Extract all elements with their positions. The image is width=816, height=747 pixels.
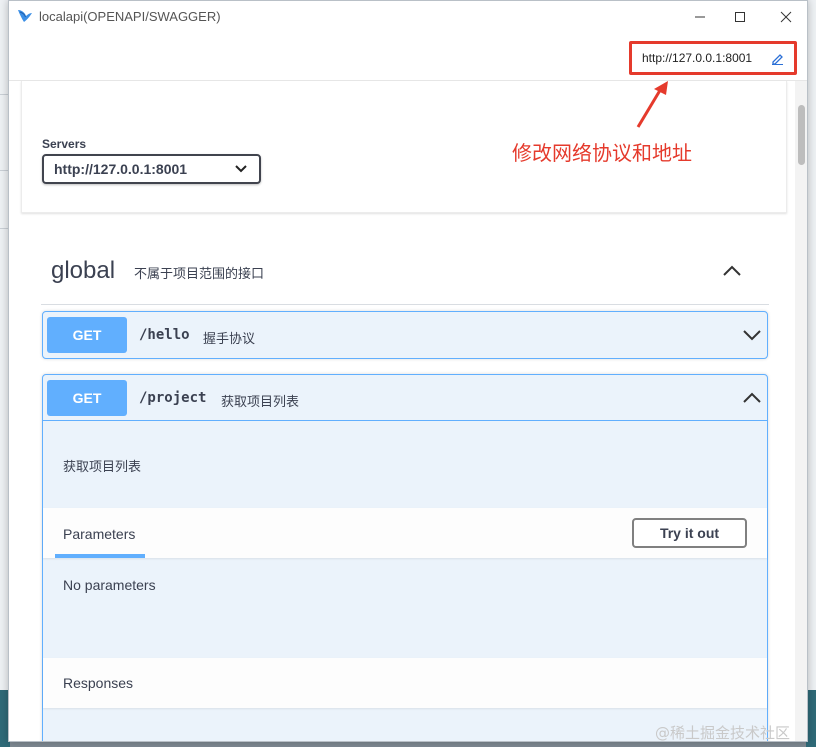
operation-description: 获取项目列表 bbox=[63, 459, 142, 474]
minimize-button[interactable] bbox=[685, 5, 715, 29]
servers-selected-value: http://127.0.0.1:8001 bbox=[54, 161, 188, 177]
method-badge: GET bbox=[47, 380, 127, 416]
app-logo-icon bbox=[18, 10, 32, 22]
url-field[interactable]: http://127.0.0.1:8001 bbox=[629, 41, 797, 75]
responses-header: Responses bbox=[43, 658, 767, 708]
scrollbar-thumb[interactable] bbox=[798, 105, 805, 165]
maximize-icon bbox=[735, 12, 745, 22]
window-title: localapi(OPENAPI/SWAGGER) bbox=[39, 9, 221, 24]
operation-summary-text: 握手协议 bbox=[203, 331, 256, 346]
tag-global[interactable]: global 不属于项目范围的接口 bbox=[41, 239, 769, 305]
operation-path: /hello bbox=[139, 327, 190, 343]
operation-summary[interactable]: GET /hello 握手协议 bbox=[43, 312, 767, 358]
parameters-tab[interactable]: Parameters bbox=[63, 526, 135, 542]
no-parameters-text: No parameters bbox=[63, 577, 156, 593]
servers-label: Servers bbox=[42, 137, 87, 151]
operation-get-project[interactable]: GET /project 获取项目列表 获取项目列表 Parameters Tr… bbox=[42, 374, 768, 741]
servers-select[interactable]: http://127.0.0.1:8001 bbox=[42, 154, 261, 184]
chevron-down-icon[interactable] bbox=[743, 329, 761, 341]
app-window: localapi(OPENAPI/SWAGGER) http://127.0.0… bbox=[8, 0, 808, 742]
operation-summary[interactable]: GET /project 获取项目列表 bbox=[43, 375, 767, 421]
chevron-down-icon bbox=[235, 165, 247, 173]
title-bar[interactable]: localapi(OPENAPI/SWAGGER) bbox=[9, 1, 807, 33]
chevron-up-icon[interactable] bbox=[743, 392, 761, 404]
vertical-scrollbar[interactable] bbox=[795, 81, 807, 741]
maximize-button[interactable] bbox=[725, 5, 755, 29]
close-button[interactable] bbox=[771, 5, 801, 29]
operation-path: /project bbox=[139, 390, 207, 406]
responses-title: Responses bbox=[63, 675, 134, 691]
watermark: @稀土掘金技术社区 bbox=[655, 724, 791, 742]
annotation-arrow bbox=[636, 81, 668, 128]
operation-get-hello[interactable]: GET /hello 握手协议 bbox=[42, 311, 768, 359]
operation-summary-text: 获取项目列表 bbox=[221, 394, 300, 409]
tag-name: global bbox=[51, 257, 116, 284]
try-it-out-button[interactable]: Try it out bbox=[632, 518, 747, 548]
annotation-text: 修改网络协议和地址 bbox=[512, 141, 692, 165]
method-badge: GET bbox=[47, 317, 127, 353]
swagger-content[interactable]: Servers http://127.0.0.1:8001 global 不属于… bbox=[9, 81, 799, 741]
tag-description: 不属于项目范围的接口 bbox=[134, 266, 265, 281]
chevron-up-icon[interactable] bbox=[723, 265, 741, 277]
url-text: http://127.0.0.1:8001 bbox=[642, 51, 753, 65]
pencil-icon[interactable] bbox=[771, 52, 784, 65]
toolbar: http://127.0.0.1:8001 bbox=[9, 33, 807, 81]
parameters-tab-underline bbox=[55, 554, 145, 558]
minimize-icon bbox=[695, 16, 705, 18]
close-icon bbox=[780, 11, 792, 23]
parameters-header: Parameters Try it out bbox=[43, 508, 767, 558]
